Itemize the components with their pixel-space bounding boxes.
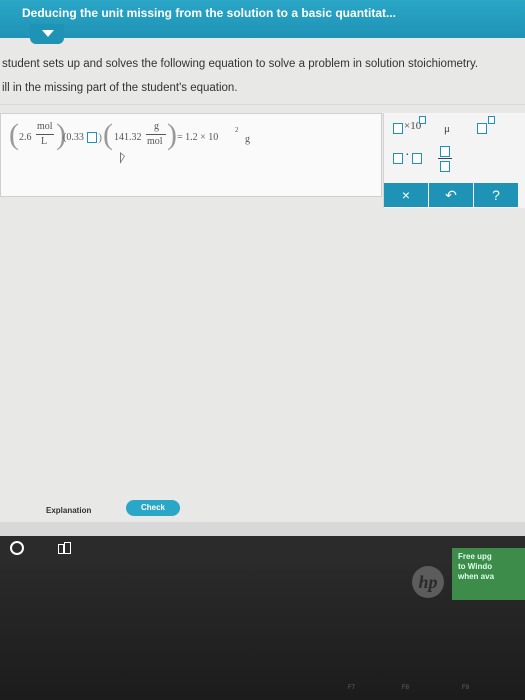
sci-notation-base-box: [393, 123, 403, 134]
windows-upgrade-sticker: Free upg to Windo when ava: [452, 548, 525, 600]
fraction-bar: [36, 134, 54, 135]
chevron-down-icon: [42, 30, 54, 37]
equation: ( 2.6 mol L ) (0.33 ) ( 141.32 g mol ) =…: [9, 118, 309, 162]
eq-coef3: 141.32: [114, 132, 142, 143]
term2-close-paren: ): [98, 130, 102, 144]
question-text: student sets up and solves the following…: [2, 58, 479, 70]
collapse-button[interactable]: [30, 24, 64, 44]
divider: [0, 104, 525, 105]
hp-logo: hp: [412, 566, 444, 598]
header-bar: Deducing the unit missing from the solut…: [0, 0, 525, 38]
micro-button[interactable]: μ: [444, 123, 450, 135]
eq-unit3-den: mol: [147, 136, 163, 147]
key-f9: F9: [462, 685, 470, 691]
explanation-button[interactable]: Explanation: [46, 506, 91, 515]
help-button[interactable]: ?: [474, 183, 518, 207]
question-instruction: ill in the missing part of the student's…: [2, 82, 238, 94]
eq-coef1: 2.6: [19, 132, 32, 143]
open-paren: (: [9, 118, 19, 151]
multiply-dot-button[interactable]: ·: [405, 148, 410, 164]
superscript-exp-box: [488, 116, 495, 124]
cortana-icon[interactable]: [10, 541, 24, 555]
clear-button[interactable]: ×: [384, 183, 428, 207]
windows-taskbar: [0, 536, 525, 564]
eq-result: = 1.2 × 10: [177, 132, 219, 143]
eq-term2: (0.33: [63, 132, 84, 143]
fraction-den-box: [440, 161, 450, 172]
sticker-line: Free upg: [458, 552, 492, 561]
eq-unit1-den: L: [41, 136, 48, 147]
missing-unit-input[interactable]: [87, 132, 97, 143]
laptop-bezel: [0, 564, 525, 700]
multiply-left-box[interactable]: [393, 153, 403, 164]
sticker-line: when ava: [458, 572, 495, 581]
superscript-base-box[interactable]: [477, 123, 487, 134]
sticker-line: to Windo: [458, 562, 493, 571]
eq-unit3-num: g: [154, 121, 159, 132]
close-paren-3: ): [167, 118, 177, 151]
eq-result-unit: g: [245, 134, 250, 145]
check-button[interactable]: Check: [126, 500, 180, 516]
fraction-bar-3: [146, 134, 166, 135]
undo-button[interactable]: ↶: [429, 183, 473, 207]
eq-result-exponent: 2: [235, 126, 239, 134]
eq-unit1-num: mol: [37, 121, 53, 132]
key-f7: F7: [348, 685, 356, 691]
fraction-button-bar: [438, 158, 452, 159]
page-title: Deducing the unit missing from the solut…: [22, 6, 397, 20]
fraction-num-box[interactable]: [440, 146, 450, 157]
multiply-right-box: [412, 153, 422, 164]
open-paren-3: (: [103, 118, 113, 151]
task-view-icon[interactable]: [58, 542, 71, 554]
answer-input-area[interactable]: ( 2.6 mol L ) (0.33 ) ( 141.32 g mol ) =…: [0, 113, 382, 197]
footer-strip: [0, 522, 525, 536]
key-f8: F8: [402, 685, 410, 691]
sci-notation-exp-box: [419, 116, 426, 124]
